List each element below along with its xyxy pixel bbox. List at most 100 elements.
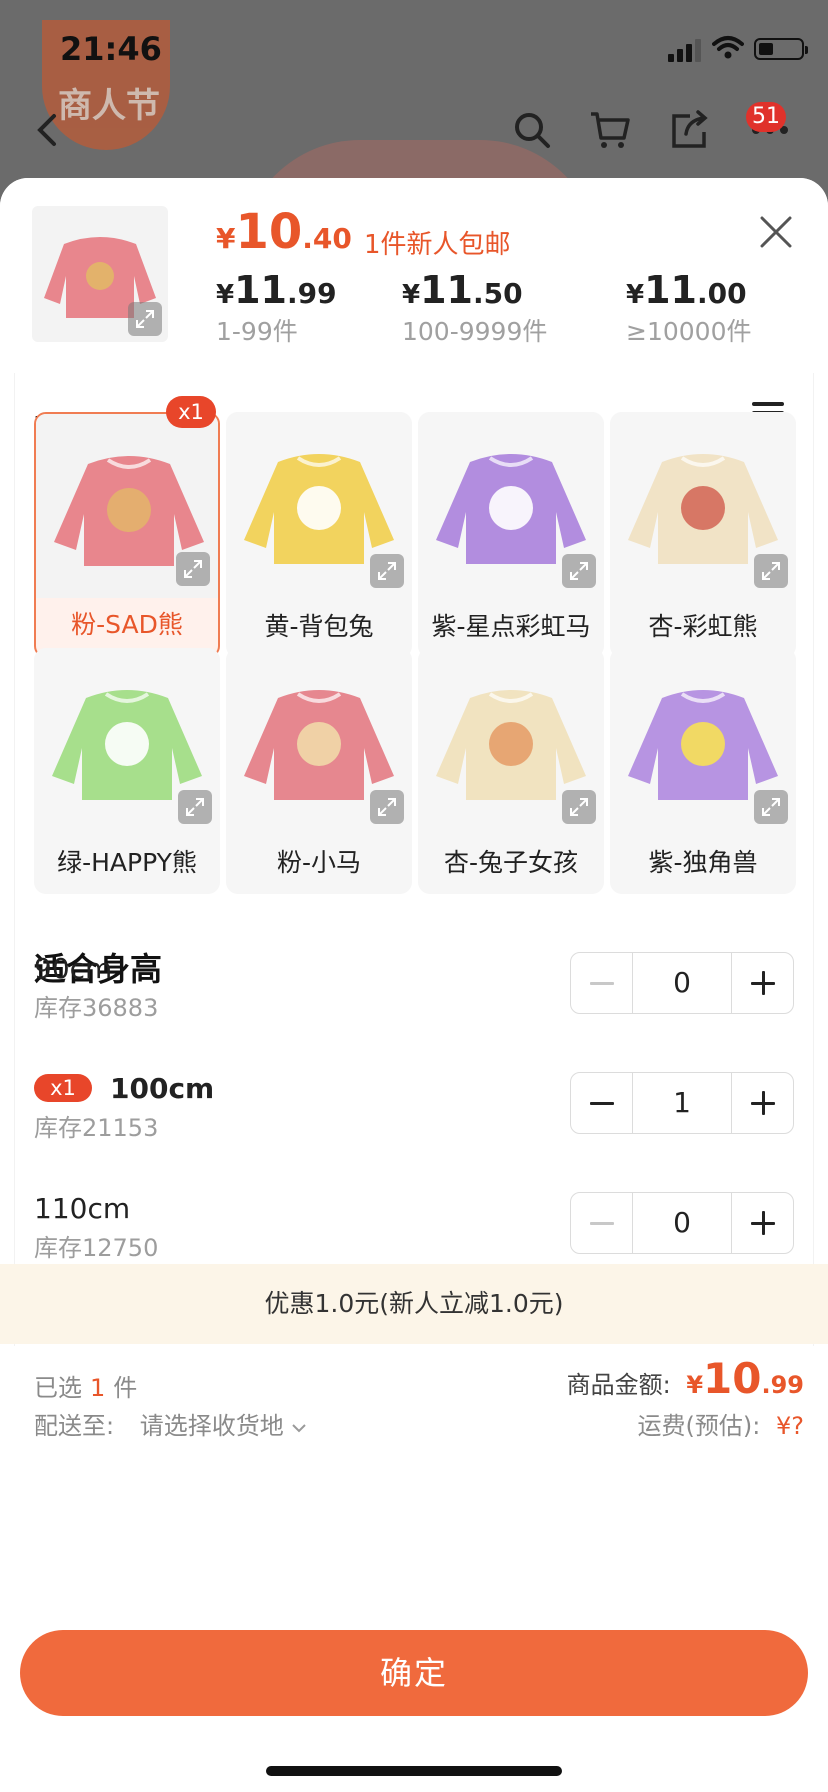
selected-summary: 已选 1 件 — [34, 1368, 137, 1403]
product-thumbnail[interactable] — [32, 206, 168, 342]
expand-image-icon[interactable] — [176, 552, 210, 586]
color-option-label: 绿-HAPPY熊 — [57, 848, 197, 877]
quantity-value[interactable]: 1 — [633, 1073, 731, 1133]
expand-image-icon[interactable] — [178, 790, 212, 824]
sku-selection-sheet: ¥10.40 1件新人包邮 ¥11.99 1-99件 ¥11.50 100-99… — [0, 178, 828, 1792]
expand-image-icon[interactable] — [562, 790, 596, 824]
amount-currency: ¥ — [686, 1371, 704, 1399]
size-name: 100cm — [110, 1072, 215, 1105]
quantity-value[interactable]: 0 — [633, 1193, 731, 1253]
selected-prefix: 已选 — [34, 1374, 82, 1402]
price-integer: 10 — [235, 204, 303, 260]
delivery-address[interactable]: 配送至: 请选择收货地 — [34, 1406, 307, 1441]
stock-count: 库存21153 — [34, 1114, 159, 1142]
back-icon[interactable] — [26, 108, 70, 152]
color-option-label: 粉-SAD熊 — [71, 610, 183, 639]
freight-value: ¥? — [775, 1412, 804, 1440]
color-option-label: 杏-兔子女孩 — [443, 848, 579, 877]
search-icon[interactable] — [510, 108, 554, 152]
selected-count-badge: x1 — [166, 396, 216, 428]
freight-label: 运费(预估): — [637, 1412, 761, 1440]
size-name: 110cm — [34, 1192, 131, 1225]
expand-image-icon[interactable] — [562, 554, 596, 588]
current-price: ¥10.40 — [216, 204, 352, 260]
promo-banner: 优惠1.0元(新人立减1.0元) — [0, 1264, 828, 1344]
status-icons — [668, 36, 828, 62]
price-header: ¥10.40 1件新人包邮 ¥11.99 1-99件 ¥11.50 100-99… — [0, 178, 828, 373]
color-option[interactable]: 粉-SAD熊 — [34, 412, 220, 658]
home-indicator — [266, 1766, 562, 1776]
selected-count: 1 — [90, 1374, 106, 1402]
expand-image-icon[interactable] — [370, 790, 404, 824]
selected-count-badge: x1 — [34, 1074, 92, 1102]
currency-symbol: ¥ — [216, 280, 235, 310]
size-row: 90cm 库存36883 0 — [34, 952, 794, 1022]
tier-price-integer: 11 — [420, 268, 473, 312]
tier-price-integer: 11 — [644, 268, 697, 312]
stock-count: 库存36883 — [34, 994, 159, 1022]
app-root: 商人节 21:46 51 ¥10.40 1件新人包邮 ¥11.99 1-99件 … — [0, 0, 828, 1792]
increase-button[interactable] — [731, 1073, 793, 1133]
close-icon[interactable] — [756, 212, 796, 252]
decrease-button[interactable] — [571, 1073, 633, 1133]
confirm-button[interactable]: 确定 — [20, 1630, 808, 1716]
battery-icon — [754, 38, 808, 60]
color-option[interactable]: 杏-兔子女孩 — [418, 648, 604, 894]
color-option[interactable]: 紫-独角兽 — [610, 648, 796, 894]
signal-icon — [695, 39, 701, 62]
cart-icon[interactable] — [588, 108, 632, 152]
signal-icon — [686, 44, 692, 62]
color-option[interactable]: 粉-小马 — [226, 648, 412, 894]
color-option[interactable]: 黄-背包兔 — [226, 412, 412, 658]
tier-price-decimal: .99 — [286, 277, 337, 310]
price-tier: ¥11.99 1-99件 — [216, 268, 337, 348]
increase-button[interactable] — [731, 1193, 793, 1253]
signal-icon — [668, 54, 674, 62]
color-option-label: 粉-小马 — [276, 848, 362, 877]
tier-quantity: ≥10000件 — [626, 317, 752, 346]
currency-symbol: ¥ — [626, 280, 645, 310]
tier-price-integer: 11 — [234, 268, 287, 312]
amount-integer: 10 — [703, 1354, 762, 1403]
expand-image-icon[interactable] — [370, 554, 404, 588]
size-row: x1 100cm 库存21153 1 — [34, 1072, 794, 1142]
color-option[interactable]: 紫-星点彩虹马 — [418, 412, 604, 658]
quantity-stepper: 1 — [570, 1072, 794, 1134]
quantity-stepper: 0 — [570, 952, 794, 1014]
currency-symbol: ¥ — [402, 280, 421, 310]
amount-decimal: .99 — [761, 1371, 804, 1399]
cart-count-badge: 51 — [746, 102, 786, 132]
free-shipping-tag: 1件新人包邮 — [364, 230, 511, 260]
quantity-value[interactable]: 0 — [633, 953, 731, 1013]
decrease-button[interactable] — [571, 953, 633, 1013]
color-option-label: 紫-独角兽 — [648, 848, 758, 877]
wifi-icon — [712, 36, 744, 59]
increase-button[interactable] — [731, 953, 793, 1013]
size-row: 110cm 库存12750 0 — [34, 1192, 794, 1262]
decrease-button[interactable] — [571, 1193, 633, 1253]
share-icon[interactable] — [668, 108, 712, 152]
size-name: 90cm — [34, 952, 113, 985]
expand-image-icon[interactable] — [754, 554, 788, 588]
color-option[interactable]: 杏-彩虹熊 — [610, 412, 796, 658]
price-tier: ¥11.00 ≥10000件 — [626, 268, 751, 348]
delivery-label: 配送至: — [34, 1412, 115, 1440]
color-option[interactable]: 绿-HAPPY熊 — [34, 648, 220, 894]
chevron-down-icon — [292, 1424, 307, 1433]
price-tier: ¥11.50 100-9999件 — [402, 268, 547, 348]
price-decimal: .40 — [302, 222, 352, 255]
amount-label: 商品金额: — [566, 1371, 671, 1399]
delivery-value[interactable]: 请选择收货地 — [140, 1412, 284, 1440]
expand-image-icon[interactable] — [128, 302, 162, 336]
signal-icon — [677, 49, 683, 62]
tier-price-decimal: .50 — [472, 277, 523, 310]
background-navbar — [0, 108, 828, 160]
expand-image-icon[interactable] — [754, 790, 788, 824]
currency-symbol: ¥ — [216, 222, 236, 255]
tier-quantity: 1-99件 — [216, 317, 298, 346]
selected-suffix: 件 — [113, 1374, 138, 1402]
stock-count: 库存12750 — [34, 1234, 159, 1262]
status-time: 21:46 — [60, 30, 162, 68]
tier-price-decimal: .00 — [696, 277, 747, 310]
order-summary: 已选 1 件 配送至: 请选择收货地 商品金额: ¥10.99 运费(预估): ¥? — [0, 1346, 828, 1614]
